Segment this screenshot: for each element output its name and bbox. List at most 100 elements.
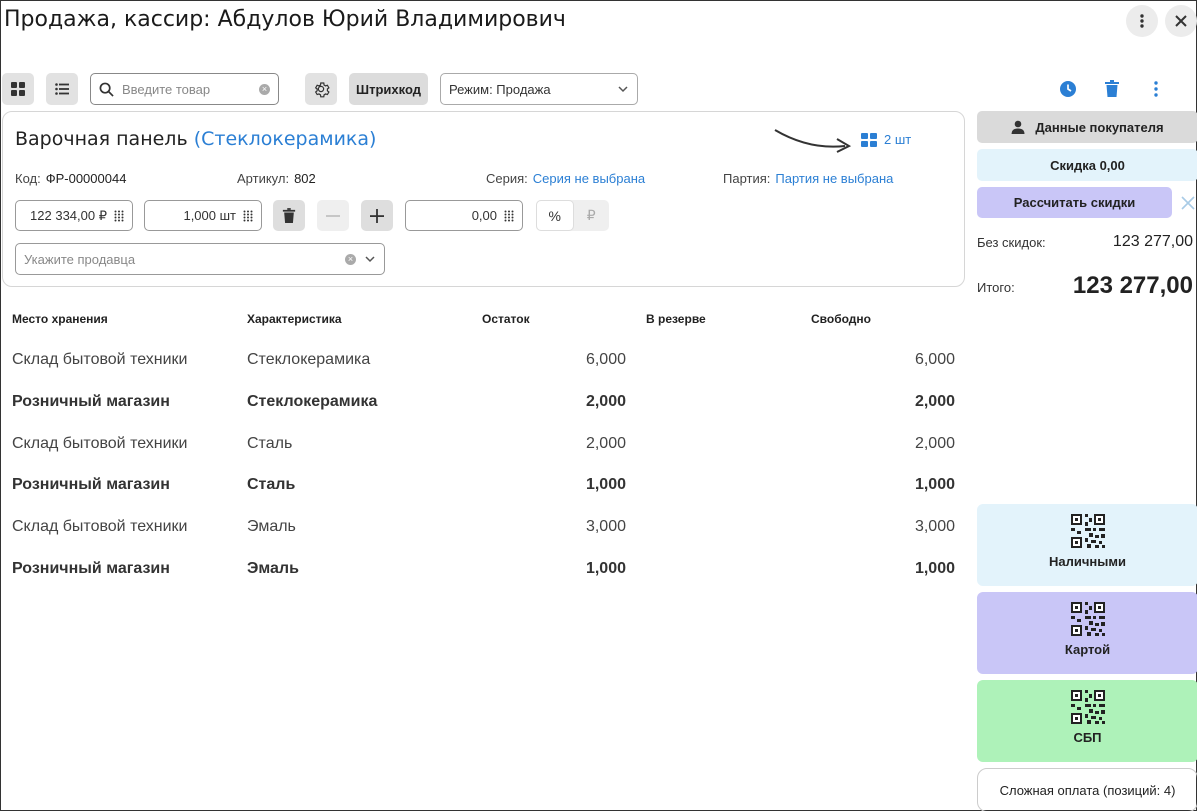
product-title: Варочная панель (Стеклокерамика) (15, 128, 376, 150)
price-field[interactable]: 122 334,00 ₽ (15, 200, 133, 231)
search-icon (99, 82, 114, 97)
cell-free: 3,000 (914, 518, 955, 535)
pay-cash-button[interactable]: Наличными (977, 504, 1197, 586)
complex-payment-button[interactable]: Сложная оплата (позиций: 4) (977, 768, 1197, 811)
discount-info: Скидка 0,00 (977, 149, 1197, 181)
column-header-variant: Характеристика (247, 312, 342, 326)
cell-variant: Стеклокерамика (247, 393, 378, 410)
cell-variant: Сталь (247, 476, 296, 493)
cell-variant: Сталь (247, 435, 293, 452)
history-button[interactable] (1059, 80, 1077, 103)
cell-place: Склад бытовой техники (12, 351, 188, 368)
cell-stock: 2,000 (585, 435, 626, 452)
close-button[interactable] (1165, 5, 1197, 37)
pay-sbp-button[interactable]: СБП (977, 680, 1197, 762)
chevron-down-icon (618, 86, 628, 93)
cell-free: 1,000 (914, 560, 955, 577)
grid-view-button[interactable] (2, 73, 34, 105)
customer-data-label: Данные покупателя (1035, 119, 1164, 135)
product-search[interactable]: × (90, 73, 279, 105)
mode-select-value: Режим: Продажа (449, 81, 551, 97)
cell-variant: Стеклокерамика (247, 351, 371, 368)
product-code: Код: ФР-00000044 (15, 171, 126, 186)
series-label: Серия: (486, 171, 528, 186)
more-vertical-icon (1154, 81, 1158, 97)
cell-free: 2,000 (914, 393, 955, 410)
product-name: Варочная панель (15, 128, 188, 150)
barcode-button[interactable]: Штрихкод (349, 73, 428, 105)
discount-type-toggle: % ₽ (536, 200, 609, 231)
discount-percent-option[interactable]: % (536, 200, 574, 231)
variant-quantity-label: 2 шт (884, 132, 912, 147)
more-vertical-icon (1140, 14, 1144, 28)
price-value: 122 334,00 ₽ (30, 207, 107, 223)
clear-seller-icon[interactable]: × (345, 253, 356, 265)
grid-icon (11, 82, 25, 96)
pay-card-button[interactable]: Картой (977, 592, 1197, 674)
cancel-discounts-button[interactable] (1181, 196, 1195, 215)
seller-select[interactable]: × (15, 243, 385, 275)
product-series: Серия: Серия не выбрана (486, 171, 645, 186)
search-input[interactable] (122, 81, 252, 97)
decrease-quantity-button[interactable] (317, 200, 349, 231)
cell-stock: 2,000 (585, 393, 626, 410)
pay-card-label: Картой (1064, 642, 1111, 657)
delete-cart-button[interactable] (1104, 80, 1120, 103)
cell-free: 2,000 (914, 435, 955, 452)
settings-button[interactable] (305, 73, 337, 105)
qr-code-icon (1070, 602, 1105, 636)
without-discount-value: 123 277,00 (1112, 233, 1193, 250)
total-label: Итого: (977, 280, 1015, 295)
quantity-field[interactable]: 1,000 шт (144, 200, 262, 231)
trash-icon (1105, 80, 1119, 97)
product-variant-link[interactable]: (Стеклокерамика) (194, 128, 377, 150)
grid-icon (861, 132, 877, 147)
discount-rub-option[interactable]: ₽ (574, 200, 610, 231)
code-label: Код: (15, 171, 41, 186)
mode-select[interactable]: Режим: Продажа (440, 73, 638, 105)
cell-stock: 1,000 (585, 560, 626, 577)
calculate-discounts-button[interactable]: Рассчитать скидки (977, 187, 1172, 218)
seller-input[interactable] (24, 251, 324, 267)
discount-value: 0,00 (471, 208, 497, 223)
list-view-button[interactable] (46, 73, 78, 105)
more-menu-button[interactable] (1126, 5, 1158, 37)
gear-icon (314, 82, 330, 98)
series-select-link[interactable]: Серия не выбрана (533, 171, 645, 186)
column-header-stock: Остаток (482, 312, 530, 326)
close-icon (1175, 15, 1187, 27)
remove-item-button[interactable] (273, 200, 305, 231)
increase-quantity-button[interactable] (361, 200, 393, 231)
variant-quantity-link[interactable]: 2 шт (861, 132, 911, 147)
more-options-button[interactable] (1150, 80, 1162, 103)
keypad-icon[interactable] (114, 210, 124, 222)
close-icon (1181, 196, 1195, 210)
product-batch: Партия: Партия не выбрана (723, 171, 893, 186)
discount-field[interactable]: 0,00 (405, 200, 523, 231)
minus-icon (326, 214, 340, 217)
cell-place: Розничный магазин (12, 393, 170, 410)
user-icon (1011, 120, 1025, 134)
column-header-place: Место хранения (12, 312, 108, 326)
cell-place: Склад бытовой техники (12, 518, 188, 535)
chevron-down-icon[interactable] (364, 253, 376, 265)
product-card: Варочная панель (Стеклокерамика) 2 шт Ко… (2, 111, 965, 287)
cell-stock: 6,000 (585, 351, 626, 368)
pay-sbp-label: СБП (1073, 730, 1102, 745)
window-title: Продажа, кассир: Абдулов Юрий Владимиров… (4, 7, 566, 32)
customer-data-button[interactable]: Данные покупателя (977, 111, 1197, 143)
keypad-icon[interactable] (243, 210, 253, 222)
column-header-free: Свободно (811, 312, 871, 326)
column-header-reserve: В резерве (646, 312, 706, 326)
cell-place: Склад бытовой техники (12, 435, 188, 452)
product-article: Артикул: 802 (237, 171, 316, 186)
cell-stock: 3,000 (585, 518, 626, 535)
batch-select-link[interactable]: Партия не выбрана (775, 171, 893, 186)
without-discount-label: Без скидок: (977, 235, 1046, 250)
cell-free: 1,000 (914, 476, 955, 493)
keypad-icon[interactable] (504, 210, 514, 222)
clear-search-icon[interactable]: × (259, 83, 270, 95)
cell-place: Розничный магазин (12, 560, 170, 577)
cell-variant: Эмаль (247, 560, 299, 577)
list-icon (55, 83, 69, 95)
